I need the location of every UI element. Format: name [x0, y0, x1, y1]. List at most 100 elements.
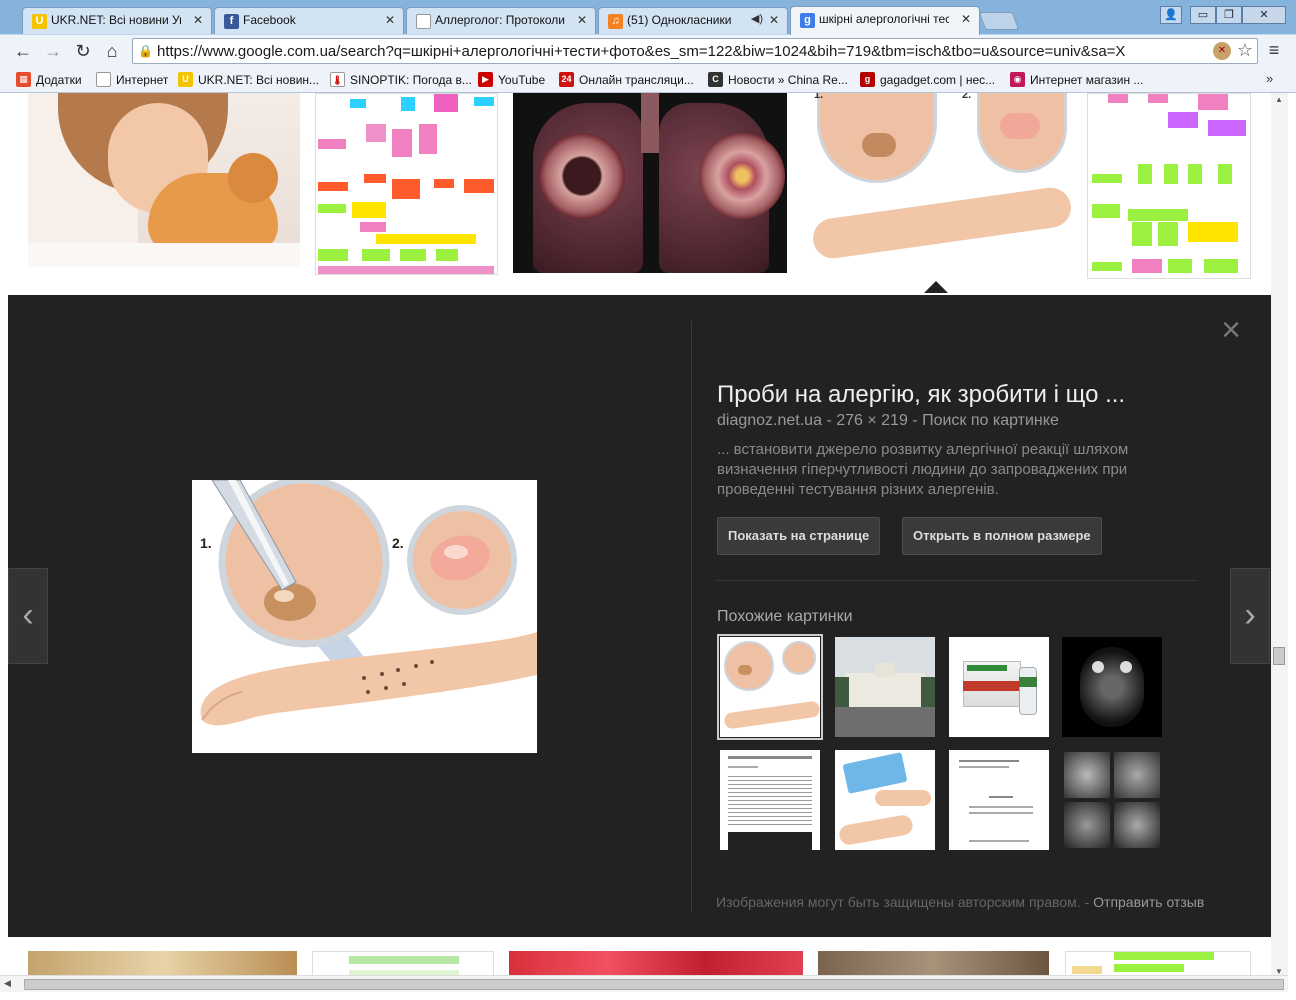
scroll-thumb[interactable]: [1273, 647, 1285, 665]
similar-thumb-xray[interactable]: [1062, 750, 1162, 850]
close-window-button[interactable]: ✕: [1242, 6, 1286, 24]
tab-ukrnet[interactable]: U UKR.NET: Всі новини Укр ✕: [22, 7, 212, 34]
tab-facebook[interactable]: f Facebook ✕: [214, 7, 404, 34]
bookmark-page[interactable]: Интернет: [96, 71, 168, 89]
panel-divider: [691, 321, 692, 913]
preview-size: 276 × 219: [836, 412, 908, 429]
scroll-thumb[interactable]: [24, 979, 1284, 990]
result-thumb-lungs[interactable]: [513, 93, 787, 273]
extension-icon[interactable]: ✕: [1213, 42, 1231, 60]
tab-label: шкірні алергологічні тес: [819, 12, 949, 26]
forward-button[interactable]: →: [42, 40, 64, 62]
user-icon[interactable]: 👤: [1160, 6, 1182, 24]
new-tab-button[interactable]: [978, 12, 1020, 30]
page-icon: [416, 14, 431, 29]
tab-allergolog[interactable]: Аллерголог: Протоколи ✕: [406, 7, 596, 34]
similar-thumb-document-1[interactable]: [720, 750, 820, 850]
bookmarks-overflow-button[interactable]: »: [1266, 71, 1273, 86]
similar-images-label: Похожие картинки: [717, 608, 853, 625]
back-button[interactable]: ←: [12, 40, 34, 62]
bookmark-label: YouTube: [498, 73, 546, 87]
horizontal-scrollbar[interactable]: ◀: [0, 975, 1288, 992]
bookmark-china[interactable]: C Новости » China Re...: [708, 71, 848, 89]
close-icon[interactable]: ✕: [193, 13, 203, 27]
next-image-button[interactable]: ›: [1230, 568, 1270, 664]
scroll-up-icon[interactable]: ▲: [1275, 95, 1283, 104]
tab-odnoklassniki[interactable]: ♫ (51) Однокласники ◀) ✕: [598, 7, 788, 34]
selection-pointer: [924, 281, 948, 293]
ukrnet-icon: U: [32, 14, 47, 29]
step-label-2: 2.: [392, 535, 404, 551]
similar-thumb-document-2[interactable]: [949, 750, 1049, 850]
send-feedback-link[interactable]: Отправить отзыв: [1093, 894, 1204, 910]
result-thumb-flowchart-2[interactable]: [1087, 93, 1251, 279]
bookmark-channel24[interactable]: 24 Онлайн трансляци...: [559, 71, 694, 89]
lock-icon[interactable]: 🔒: [138, 43, 154, 59]
section-divider: [717, 580, 1197, 581]
bookmark-shop[interactable]: ◉ Интернет магазин ...: [1010, 71, 1143, 89]
tab-label: Аллерголог: Протоколи: [435, 13, 565, 27]
bookmark-label: SINOPTIK: Погода в...: [350, 73, 472, 87]
preview-title[interactable]: Проби на алергію, як зробити і що ...: [717, 381, 1207, 409]
close-icon[interactable]: ✕: [961, 12, 971, 26]
bookmark-apps[interactable]: ▦ Додатки: [16, 71, 82, 89]
close-icon[interactable]: ✕: [577, 13, 587, 27]
show-on-page-button[interactable]: Показать на странице: [717, 517, 881, 555]
bookmark-label: gagadget.com | нес...: [880, 73, 996, 87]
step-label-1: 1.: [200, 535, 212, 551]
search-by-image-link[interactable]: Поиск по картинке: [922, 412, 1059, 429]
bookmark-label: Интернет магазин ...: [1030, 73, 1144, 87]
bookmark-label: Онлайн трансляци...: [579, 73, 694, 87]
shop-icon: ◉: [1010, 72, 1025, 87]
result-thumb-girl-cat[interactable]: [28, 93, 300, 267]
youtube-icon: ▶: [478, 72, 493, 87]
similar-thumb-medicine-box[interactable]: [949, 637, 1049, 737]
bookmark-label: UKR.NET: Всі новин...: [198, 73, 320, 87]
similar-thumb-mri-scan[interactable]: [1062, 637, 1162, 737]
meta-separator: -: [912, 412, 918, 429]
ukrnet-icon: U: [178, 72, 193, 87]
close-icon[interactable]: ✕: [769, 13, 779, 27]
copyright-notice: Изображения могут быть защищены авторски…: [716, 894, 1204, 910]
tab-label: Facebook: [243, 13, 296, 27]
bookmark-label: Новости » China Re...: [728, 73, 848, 87]
tab-strip: U UKR.NET: Всі новини Укр ✕ f Facebook ✕ Алл…: [0, 0, 1296, 35]
bookmark-ukrnet[interactable]: U UKR.NET: Всі новин...: [178, 71, 319, 89]
similar-thumb-building[interactable]: [835, 637, 935, 737]
result-thumb-skin-test[interactable]: 1. 2.: [802, 93, 1072, 267]
home-button[interactable]: ⌂: [101, 40, 123, 62]
menu-icon[interactable]: ≡: [1264, 40, 1284, 62]
scroll-left-icon[interactable]: ◀: [4, 978, 11, 989]
url-input[interactable]: [157, 41, 1197, 61]
channel24-icon: 24: [559, 72, 574, 87]
minimize-button[interactable]: ▭: [1190, 6, 1216, 24]
bookmark-youtube[interactable]: ▶ YouTube: [478, 71, 545, 89]
maximize-button[interactable]: ❐: [1216, 6, 1242, 24]
bookmark-label: Интернет: [116, 73, 169, 87]
similar-thumb-skin-test[interactable]: [717, 634, 823, 740]
result-thumb-flowchart-1[interactable]: [315, 93, 498, 275]
bookmark-gagadget[interactable]: g gagadget.com | нес...: [860, 71, 995, 89]
music-icon: ♫: [608, 14, 623, 29]
thermometer-icon: 🌡: [330, 72, 345, 87]
gagadget-icon: g: [860, 72, 875, 87]
close-icon[interactable]: ✕: [385, 13, 395, 27]
toolbar: ← → ↻ ⌂ 🔒 ✕ ☆ ≡: [0, 35, 1296, 67]
close-icon[interactable]: ×: [1214, 313, 1248, 349]
meta-separator: -: [826, 412, 832, 429]
star-icon[interactable]: ☆: [1237, 40, 1253, 61]
bookmark-thermometer[interactable]: 🌡 SINOPTIK: Погода в...: [330, 71, 472, 89]
vertical-scrollbar[interactable]: ▲ ▼: [1271, 93, 1288, 986]
image-results: 1. 2. × ‹ › 1. 2. Проби на алергію, як з…: [0, 93, 1288, 986]
reload-button[interactable]: ↻: [72, 40, 94, 62]
open-full-size-button[interactable]: Открыть в полном размере: [902, 517, 1102, 555]
skin-prick-test-illustration: 1. 2.: [192, 480, 537, 753]
preview-image[interactable]: 1. 2.: [192, 480, 537, 753]
similar-thumb-allergy-test-kit[interactable]: [835, 750, 935, 850]
browser-chrome: U UKR.NET: Всі новини Укр ✕ f Facebook ✕ Алл…: [0, 0, 1296, 93]
address-bar[interactable]: 🔒 ✕ ☆: [132, 38, 1258, 64]
preview-source[interactable]: diagnoz.net.ua: [717, 412, 822, 429]
previous-image-button[interactable]: ‹: [8, 568, 48, 664]
tab-google-search[interactable]: g шкірні алергологічні тес ✕: [790, 6, 980, 35]
image-preview-panel: × ‹ › 1. 2. Проби на алергію, як зробити…: [8, 295, 1271, 937]
